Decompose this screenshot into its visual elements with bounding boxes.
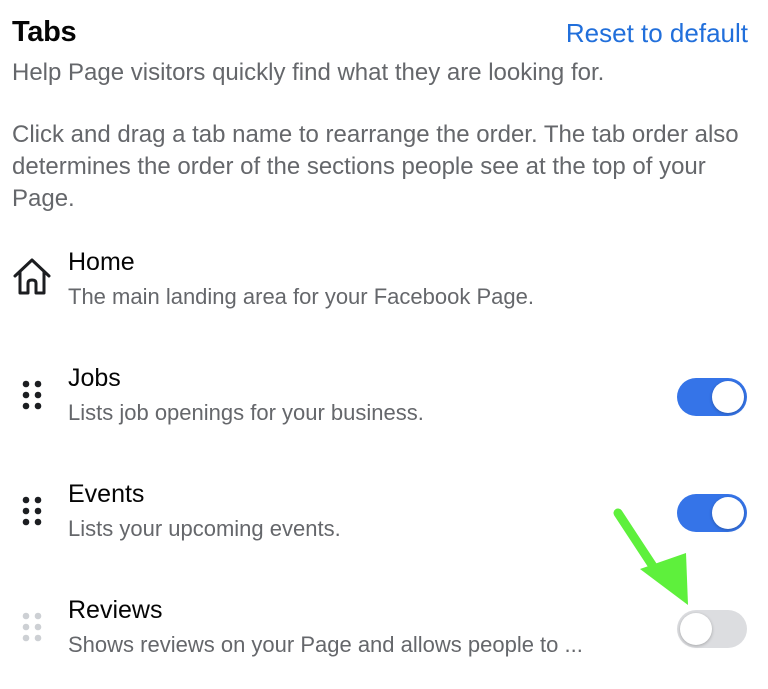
home-icon	[13, 258, 51, 295]
tab-row-jobs[interactable]: Jobs Lists job openings for your busines…	[0, 364, 768, 444]
intro-description: Help Page visitors quickly find what the…	[12, 59, 605, 86]
tab-name: Events	[68, 480, 145, 508]
toggle-knob	[712, 497, 744, 529]
page-title: Tabs	[12, 16, 77, 48]
tab-row-home: Home The main landing area for your Face…	[0, 248, 768, 328]
tab-name: Reviews	[68, 596, 163, 624]
tab-description: Shows reviews on your Page and allows pe…	[68, 632, 583, 657]
tab-name: Home	[68, 248, 135, 276]
header: Tabs Reset to default	[12, 12, 748, 56]
drag-handle-icon[interactable]	[10, 606, 54, 650]
reviews-toggle[interactable]	[677, 610, 747, 648]
jobs-toggle[interactable]	[677, 378, 747, 416]
tab-description: Lists your upcoming events.	[68, 516, 341, 541]
toggle-knob	[680, 613, 712, 645]
drag-handle-icon[interactable]	[10, 374, 54, 418]
toggle-knob	[712, 381, 744, 413]
tab-description: Lists job openings for your business.	[68, 400, 424, 425]
tab-description: The main landing area for your Facebook …	[68, 284, 534, 309]
reorder-instructions: Click and drag a tab name to rearrange t…	[12, 121, 739, 212]
annotation-arrow-icon	[613, 508, 688, 605]
drag-handle-icon[interactable]	[10, 490, 54, 534]
tab-name: Jobs	[68, 364, 121, 392]
reset-to-default-link[interactable]: Reset to default	[566, 18, 748, 49]
